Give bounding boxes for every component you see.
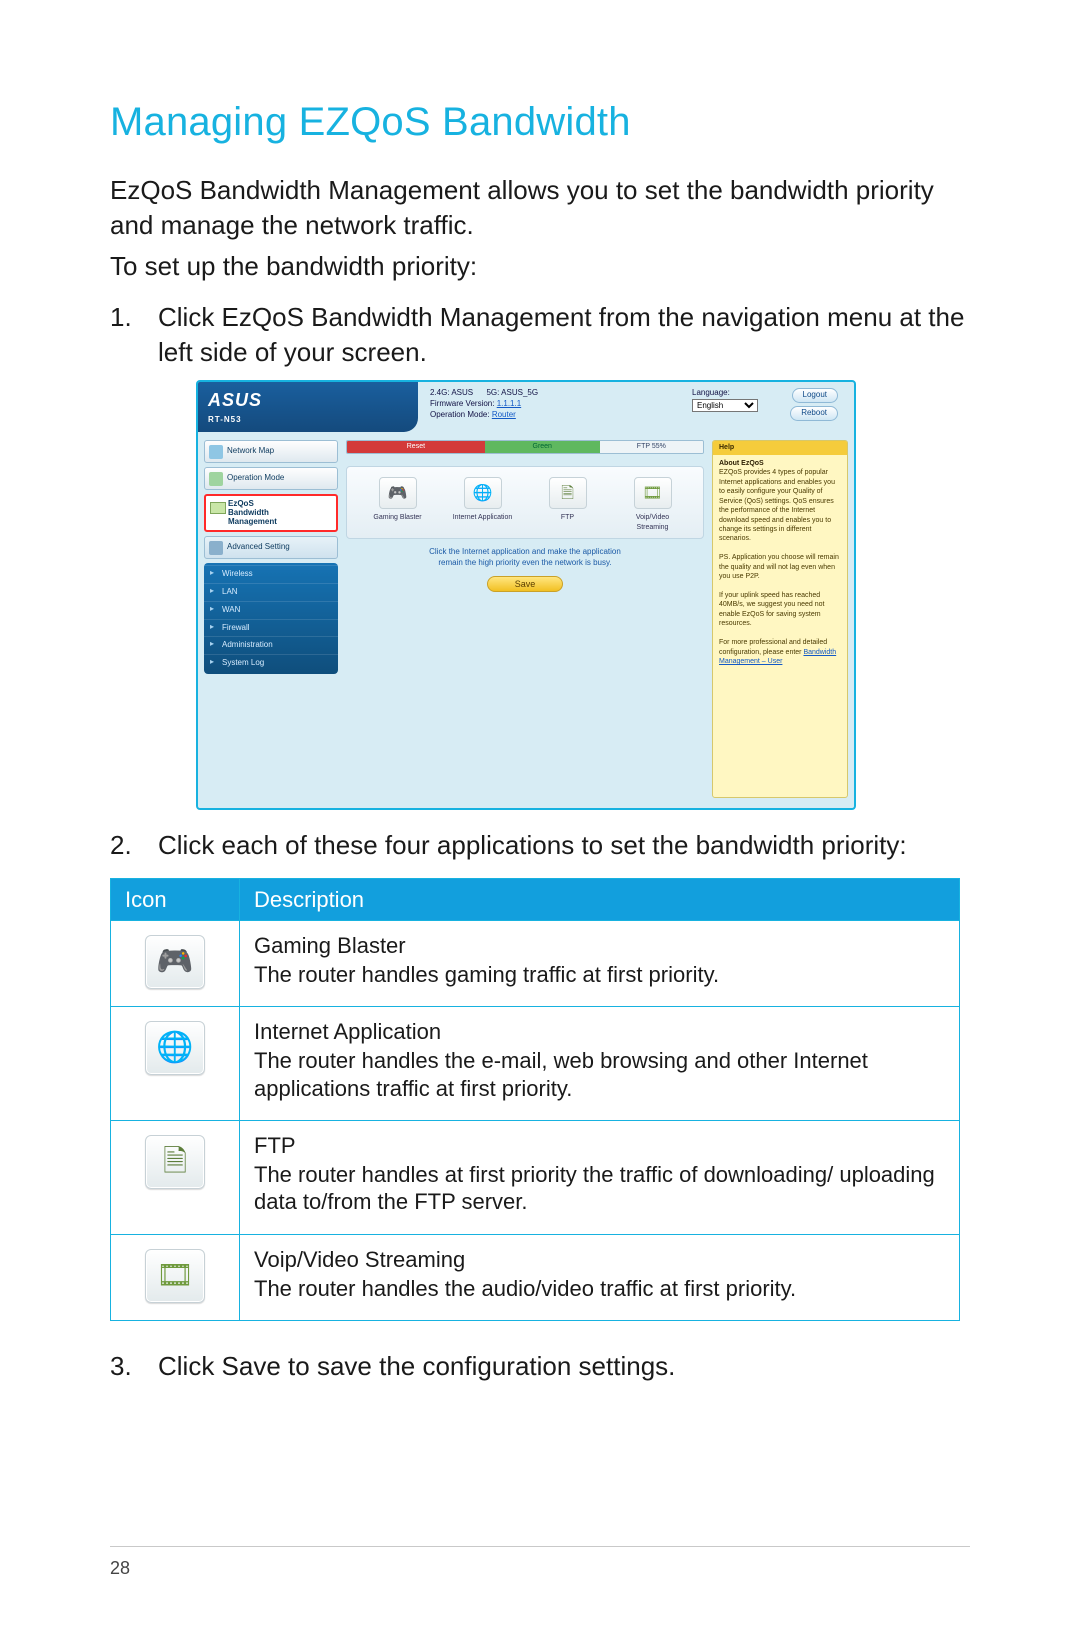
th-icon: Icon [111, 878, 240, 921]
fw-label: Firmware Version: [430, 399, 494, 408]
router-ui-screenshot: ASUS RT-N53 2.4G: ASUS 5G: ASUS_5G Firmw… [196, 380, 856, 810]
tile-label: Voip/Video Streaming [623, 513, 683, 532]
file-icon: 🗎 [145, 1135, 205, 1189]
step-1-text: Click EzQoS Bandwidth Management from th… [158, 302, 964, 367]
sidebar-item-ezqos[interactable]: EzQoS Bandwidth Management [204, 494, 338, 532]
tile-gaming[interactable]: 🎮 Gaming Blaster [368, 477, 428, 532]
help-p2: PS. Application you choose will remain t… [719, 554, 839, 580]
fw-value-link[interactable]: 1.1.1.1 [497, 399, 521, 408]
priority-bar-green: Green [485, 441, 600, 453]
step-2: 2. Click each of these four applications… [110, 828, 970, 1321]
th-description: Description [240, 878, 960, 921]
help-p1: EZQoS provides 4 types of popular Intern… [719, 469, 835, 542]
footer-divider [110, 1546, 970, 1547]
language-label: Language: [692, 388, 730, 397]
row-body: The router handles gaming traffic at fir… [254, 961, 945, 989]
tile-voip[interactable]: 🎞 Voip/Video Streaming [623, 477, 683, 532]
row-body: The router handles at first priority the… [254, 1161, 945, 1216]
row-title: Voip/Video Streaming [254, 1245, 945, 1275]
sidebar-item-lan[interactable]: LAN [204, 583, 338, 601]
intro-subheading: To set up the bandwidth priority: [110, 249, 970, 284]
sidebar-item-system-log[interactable]: System Log [204, 654, 338, 672]
priority-bar: Reset Green FTP 55% [346, 440, 704, 454]
step-number: 3. [110, 1349, 132, 1384]
tile-label: Internet Application [453, 513, 513, 522]
ssid-24g: 2.4G: ASUS [430, 388, 473, 397]
tile-internet[interactable]: 🌐 Internet Application [453, 477, 513, 532]
tile-label: FTP [538, 513, 598, 522]
model-label: RT-N53 [208, 415, 408, 426]
app-tiles: 🎮 Gaming Blaster 🌐 Internet Application … [346, 466, 704, 539]
table-row: 🗎 FTP The router handles at first priori… [111, 1121, 960, 1235]
gamepad-icon: 🎮 [379, 477, 417, 509]
hint-text: Click the Internet application and make … [346, 547, 704, 568]
help-title: Help [713, 441, 847, 454]
router-main-pane: Reset Green FTP 55% 🎮 Gaming Blaster 🌐 [346, 440, 704, 798]
ssid-5g: 5G: ASUS_5G [486, 388, 538, 397]
router-sidebar: Network Map Operation Mode EzQoS Bandwid… [204, 440, 338, 674]
brand-label: ASUS [208, 388, 408, 412]
sidebar-sub-items: Wireless LAN WAN Firewall Administration… [204, 563, 338, 674]
sidebar-item-wireless[interactable]: Wireless [204, 565, 338, 583]
tile-label: Gaming Blaster [368, 513, 428, 522]
gamepad-icon: 🎮 [145, 935, 205, 989]
table-row: 🎞 Voip/Video Streaming The router handle… [111, 1234, 960, 1320]
sidebar-item-firewall[interactable]: Firewall [204, 619, 338, 637]
save-button[interactable]: Save [487, 576, 563, 592]
help-panel: Help About EzQoS EZQoS provides 4 types … [712, 440, 848, 798]
row-title: Internet Application [254, 1017, 945, 1047]
step-3-text: Click Save to save the configuration set… [158, 1351, 675, 1381]
step-number: 1. [110, 300, 132, 335]
table-row: 🌐 Internet Application The router handle… [111, 1007, 960, 1121]
row-body: The router handles the audio/video traff… [254, 1275, 945, 1303]
intro-paragraph: EzQoS Bandwidth Management allows you to… [110, 173, 970, 243]
film-icon: 🎞 [634, 477, 672, 509]
language-select[interactable]: English [692, 399, 758, 412]
priority-bar-ftp: FTP 55% [600, 441, 703, 453]
icon-description-table: Icon Description 🎮 Gaming Blaster The ro… [110, 878, 960, 1321]
step-3: 3. Click Save to save the configuration … [110, 1349, 970, 1384]
sidebar-item-wan[interactable]: WAN [204, 601, 338, 619]
table-row: 🎮 Gaming Blaster The router handles gami… [111, 921, 960, 1007]
steps-list: 1. Click EzQoS Bandwidth Management from… [110, 300, 970, 1384]
opmode-value-link[interactable]: Router [492, 410, 516, 419]
file-icon: 🗎 [549, 477, 587, 509]
row-body: The router handles the e-mail, web brows… [254, 1047, 945, 1102]
row-title: Gaming Blaster [254, 931, 945, 961]
help-p3: If your uplink speed has reached 40MB/s,… [719, 592, 824, 627]
step-2-text: Click each of these four applications to… [158, 830, 907, 860]
priority-bar-reset[interactable]: Reset [347, 441, 485, 453]
sidebar-item-network-map[interactable]: Network Map [204, 440, 338, 463]
step-number: 2. [110, 828, 132, 863]
help-about: About EzQoS [719, 460, 764, 467]
globe-icon: 🌐 [145, 1021, 205, 1075]
page-number: 28 [110, 1558, 130, 1579]
opmode-label: Operation Mode: [430, 410, 490, 419]
step-1: 1. Click EzQoS Bandwidth Management from… [110, 300, 970, 810]
globe-icon: 🌐 [464, 477, 502, 509]
router-brand-header: ASUS RT-N53 [198, 382, 418, 432]
sidebar-item-operation-mode[interactable]: Operation Mode [204, 467, 338, 490]
sidebar-item-advanced[interactable]: Advanced Setting [204, 536, 338, 559]
tile-ftp[interactable]: 🗎 FTP [538, 477, 598, 532]
logout-button[interactable]: Logout [792, 388, 838, 403]
row-title: FTP [254, 1131, 945, 1161]
section-heading: Managing EZQoS Bandwidth [110, 100, 970, 145]
router-top-bar: 2.4G: ASUS 5G: ASUS_5G Firmware Version:… [430, 388, 844, 432]
sidebar-item-administration[interactable]: Administration [204, 636, 338, 654]
reboot-button[interactable]: Reboot [790, 406, 838, 421]
document-page: Managing EZQoS Bandwidth EzQoS Bandwidth… [0, 0, 1080, 1627]
film-icon: 🎞 [145, 1249, 205, 1303]
